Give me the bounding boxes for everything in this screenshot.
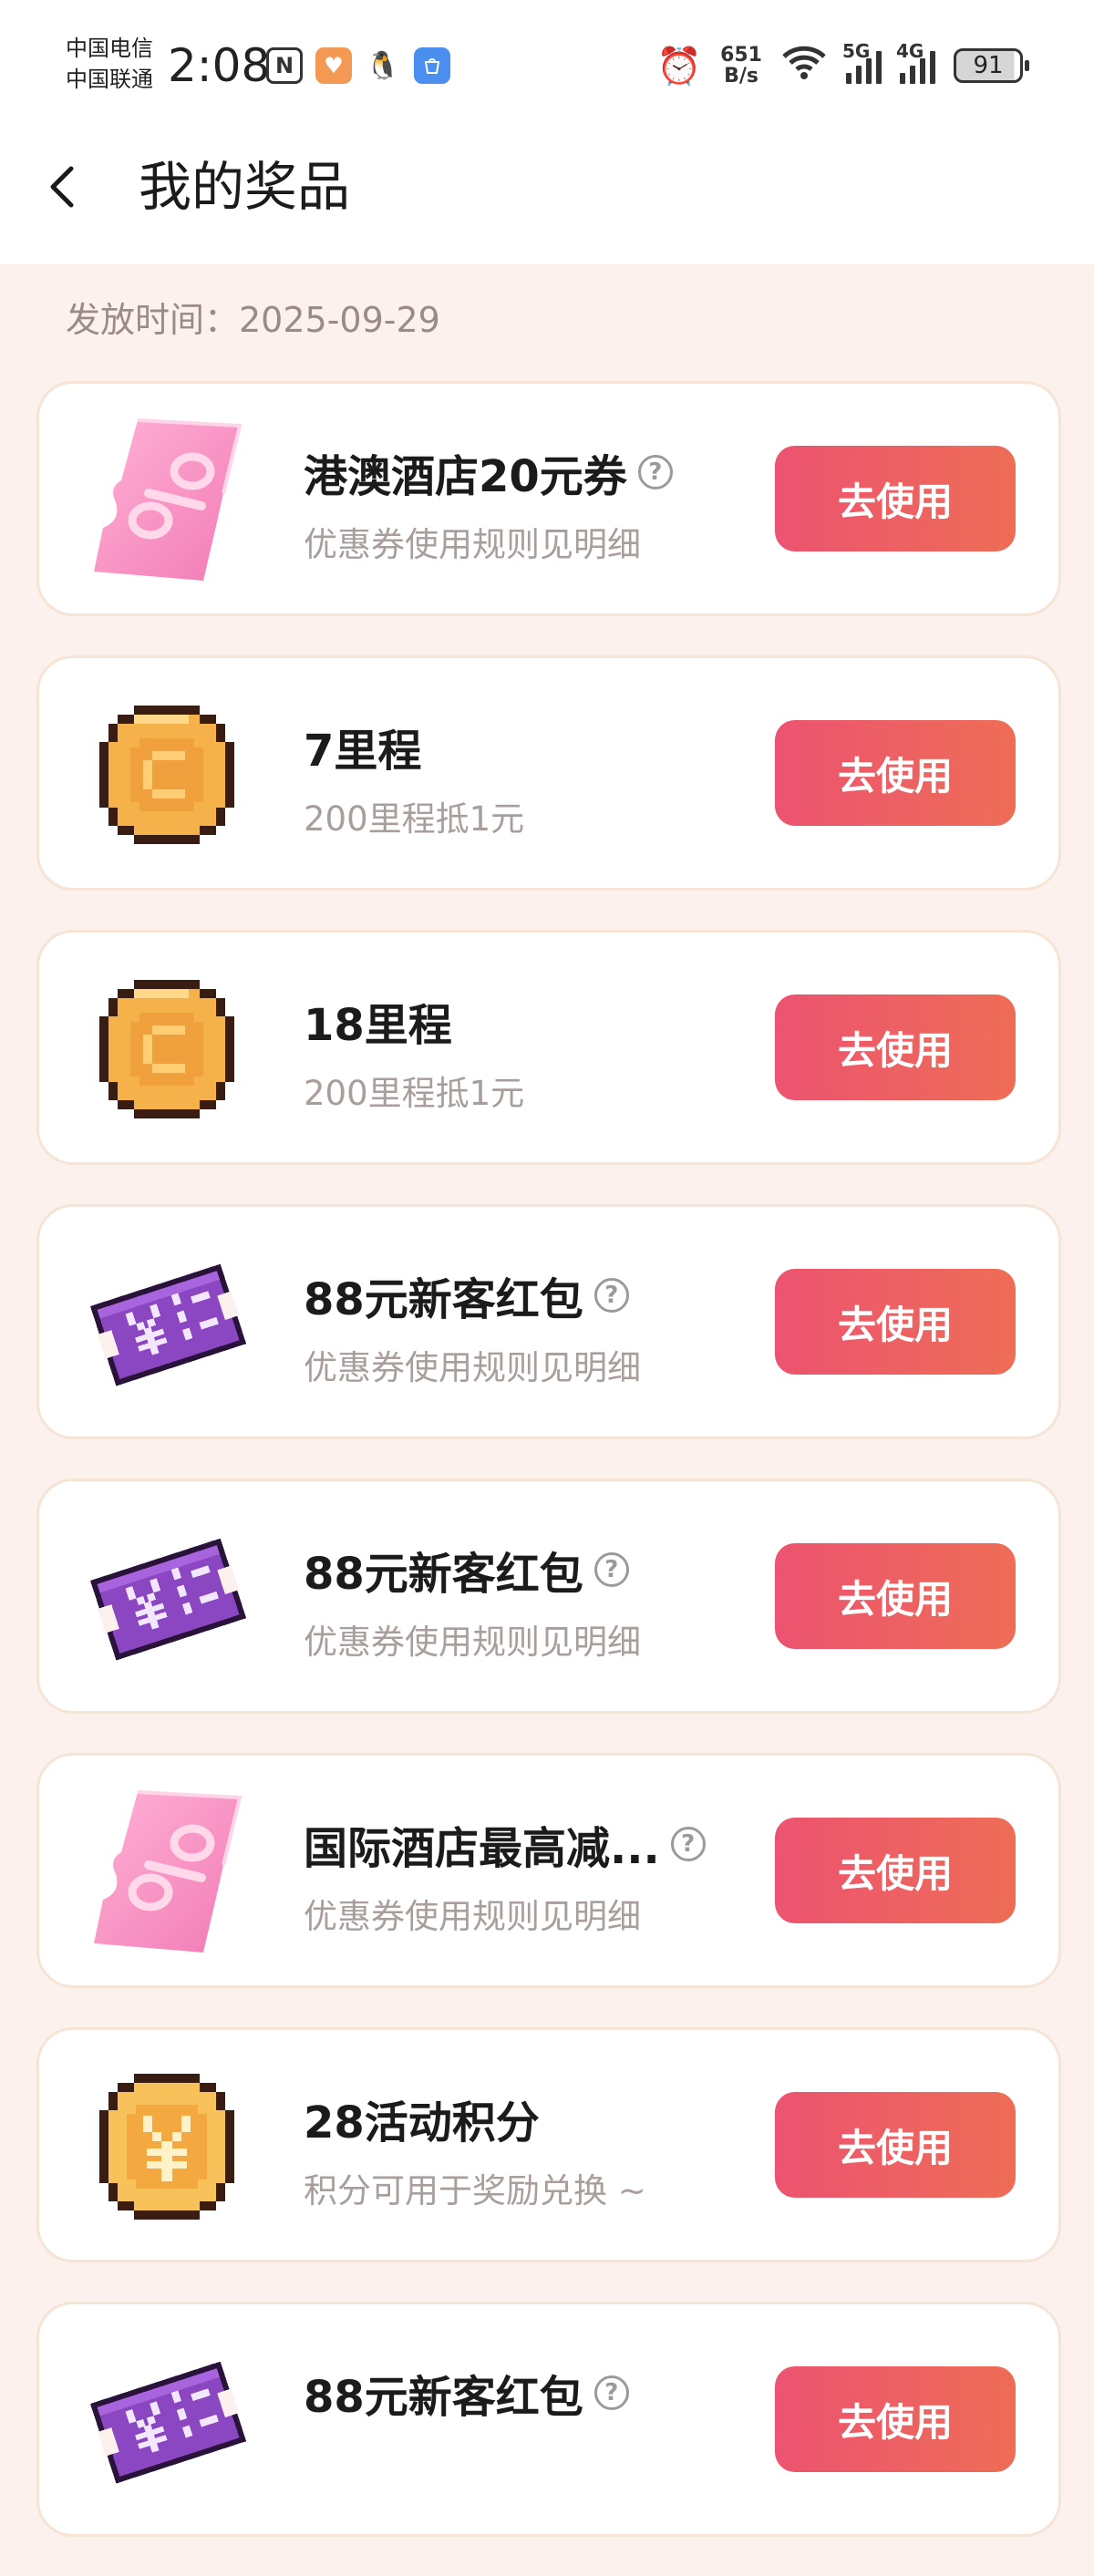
header-bar: 我的奖品 [0, 132, 1094, 264]
back-arrow-icon[interactable] [38, 160, 93, 214]
prize-subtitle: 优惠券使用规则见明细 [304, 525, 641, 564]
nfc-icon: N [266, 47, 303, 84]
use-button[interactable]: 去使用 [775, 446, 1016, 551]
purple-yen-ticket-icon [85, 1516, 249, 1680]
prize-title: 88元新客红包 [304, 2372, 583, 2423]
prize-title-row: 国际酒店最高减...? [304, 1812, 706, 1876]
prize-card[interactable]: 88元新客红包? 优惠券使用规则见明细 去使用 [36, 1204, 1061, 1439]
prize-subtitle: 积分可用于奖励兑换 ~ [304, 2171, 646, 2210]
prize-title: 国际酒店最高减... [304, 1823, 660, 1874]
clock: 2:08 [168, 39, 271, 92]
help-icon[interactable]: ? [637, 455, 673, 489]
help-icon[interactable]: ? [593, 1552, 629, 1587]
use-button[interactable]: 去使用 [775, 2092, 1016, 2198]
use-button[interactable]: 去使用 [775, 994, 1016, 1100]
prize-subtitle: 优惠券使用规则见明细 [304, 1623, 641, 1662]
carrier-info: 中国电信 中国联通 [66, 33, 166, 95]
battery-level: 91 [973, 52, 1004, 79]
prize-title-row: 港澳酒店20元券? [304, 440, 673, 504]
net-speed: 651 B/s [720, 45, 762, 87]
alarm-icon: ⏰ [656, 45, 703, 88]
use-button[interactable]: 去使用 [775, 1269, 1016, 1375]
prize-subtitle: 优惠券使用规则见明细 [304, 1348, 641, 1387]
prize-card[interactable]: 28活动积分积分可用于奖励兑换 ~ 去使用 [36, 2027, 1061, 2262]
qq-icon: 🐧 [366, 49, 400, 82]
status-bar: 中国电信 中国联通 2:08 N ♥ 🐧 ⏰ 651 B/s 5G 4G 91 [0, 0, 1094, 132]
help-icon[interactable]: ? [670, 1827, 706, 1861]
net-speed-value: 651 [720, 44, 762, 67]
mileage-coin-icon [85, 967, 249, 1131]
prize-card[interactable]: 88元新客红包? 优惠券使用规则见明细 去使用 [36, 1479, 1061, 1714]
system-icons: ⏰ 651 B/s 5G 4G 91 [656, 40, 1029, 89]
mileage-coin-icon [85, 693, 249, 857]
prize-list: 港澳酒店20元券? 优惠券使用规则见明细 去使用 7里程 200里程抵1元 去使用 [36, 381, 1061, 2576]
help-icon[interactable]: ? [593, 1278, 629, 1313]
prize-title: 88元新客红包 [304, 1549, 583, 1600]
prize-title: 18里程 [304, 1000, 452, 1051]
prize-title: 28活动积分 [304, 2097, 540, 2148]
help-icon[interactable]: ? [593, 2375, 629, 2410]
prize-card[interactable]: 港澳酒店20元券? 优惠券使用规则见明细 去使用 [36, 381, 1061, 616]
use-button[interactable]: 去使用 [775, 2366, 1016, 2472]
pink-discount-coupon-icon [85, 418, 249, 582]
prize-subtitle: 优惠券使用规则见明细 [304, 1897, 641, 1936]
prize-subtitle: 200里程抵1元 [304, 799, 525, 839]
issue-date: 发放时间：2025-09-29 [66, 300, 440, 340]
use-button[interactable]: 去使用 [775, 1543, 1016, 1649]
purple-yen-ticket-icon [85, 1242, 249, 1406]
prize-title: 7里程 [304, 726, 422, 777]
carrier-1: 中国电信 [66, 36, 153, 61]
page-title: 我的奖品 [139, 156, 351, 218]
prize-title-row: 88元新客红包? [304, 1263, 629, 1327]
use-button[interactable]: 去使用 [775, 1818, 1016, 1923]
app-store-icon [414, 47, 450, 84]
prize-title-row: 18里程 [304, 989, 452, 1053]
notification-icons: N ♥ 🐧 [266, 46, 450, 86]
prize-title-row: 28活动积分 [304, 2087, 540, 2150]
prize-title-row: 88元新客红包? [304, 1538, 629, 1602]
purple-yen-ticket-icon [85, 2339, 249, 2503]
prize-title: 88元新客红包 [304, 1274, 583, 1325]
signal-icon-sim1: 5G [842, 40, 882, 84]
prize-card[interactable]: 国际酒店最高减...? 优惠券使用规则见明细 去使用 [36, 1753, 1061, 1988]
prize-title: 港澳酒店20元券 [304, 451, 627, 502]
prize-title-row: 7里程 [304, 715, 421, 778]
battery-icon: 91 [954, 48, 1029, 83]
prize-card[interactable]: 7里程 200里程抵1元 去使用 [36, 655, 1061, 891]
wifi-icon [780, 44, 828, 88]
app-icon: ♥ [315, 47, 352, 84]
prize-card[interactable]: 18里程 200里程抵1元 去使用 [36, 930, 1061, 1165]
sim1-gen: 5G [842, 40, 871, 62]
yen-coin-icon [85, 2065, 249, 2229]
prize-title-row: 88元新客红包? [304, 2361, 629, 2425]
carrier-2: 中国联通 [66, 67, 153, 92]
net-speed-unit: B/s [724, 65, 759, 88]
signal-icon-sim2: 4G [896, 40, 935, 84]
sim2-gen: 4G [896, 40, 924, 62]
use-button[interactable]: 去使用 [775, 720, 1016, 826]
prize-subtitle: 200里程抵1元 [304, 1074, 525, 1113]
pink-discount-coupon-icon [85, 1790, 249, 1954]
prize-card[interactable]: 88元新客红包? 去使用 [36, 2302, 1061, 2537]
